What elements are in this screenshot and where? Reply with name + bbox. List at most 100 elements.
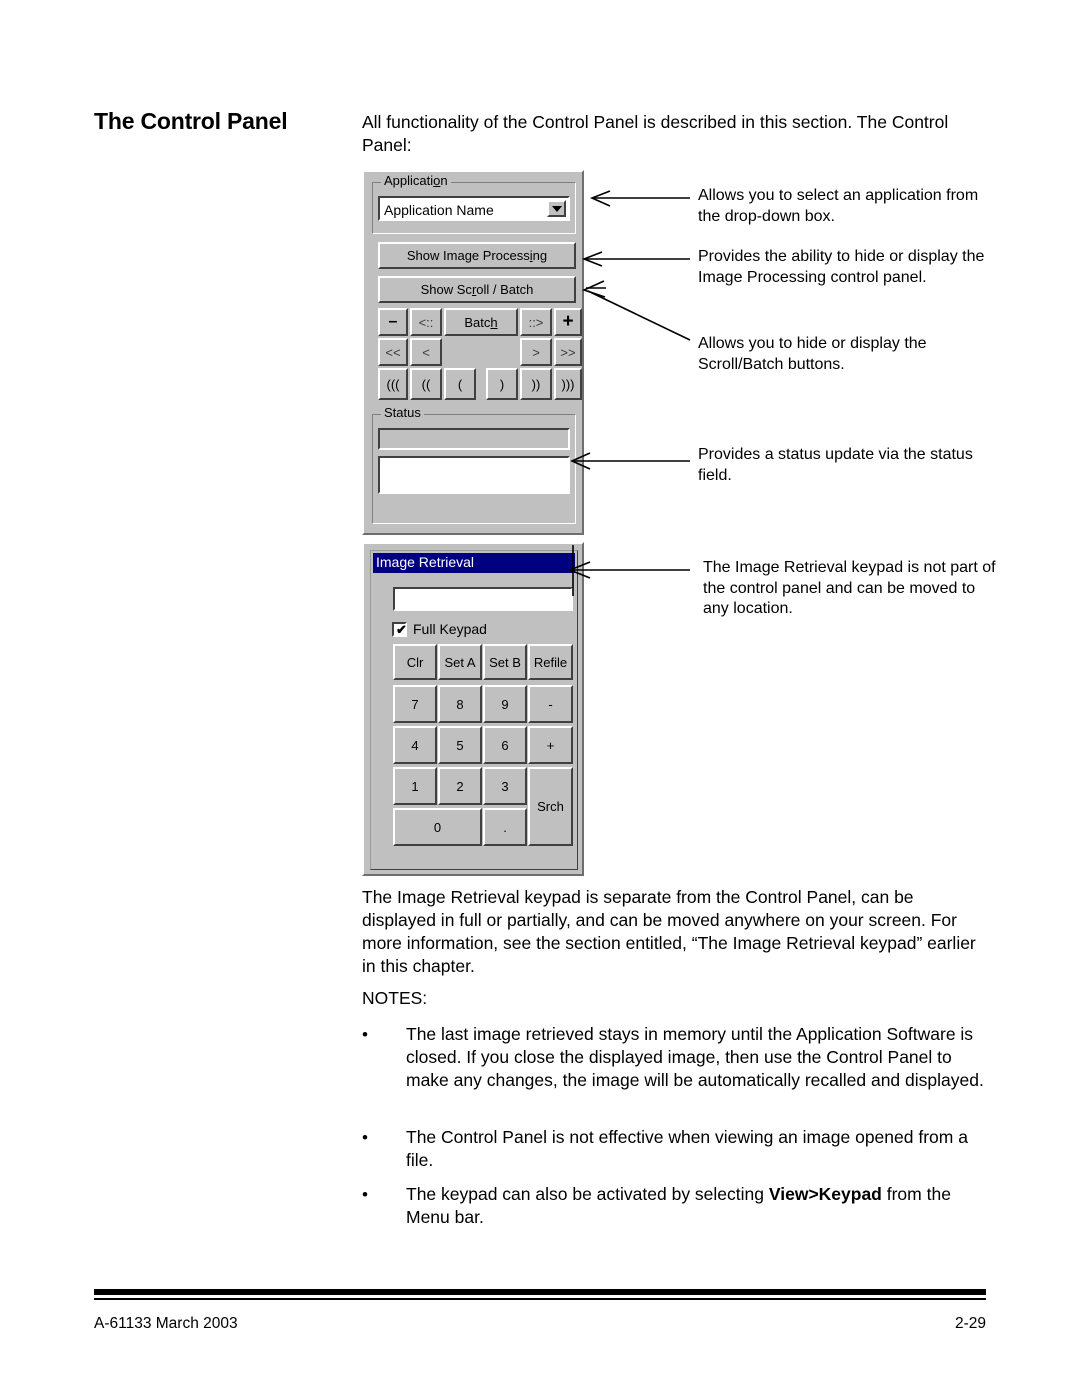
note-item-1: • The last image retrieved stays in memo… bbox=[362, 1023, 987, 1092]
footer-page-number: 2-29 bbox=[954, 1315, 986, 1332]
plus-icon: + bbox=[562, 311, 574, 332]
notes-label: NOTES: bbox=[362, 988, 428, 1008]
first-icon: << bbox=[385, 344, 401, 360]
keypad-clr-button[interactable]: Clr bbox=[393, 644, 437, 680]
show-image-processing-button[interactable]: Show Image Processing bbox=[378, 242, 576, 269]
keypad-dot-label: . bbox=[503, 819, 507, 835]
next-icon: > bbox=[532, 344, 540, 360]
note-item-2: • The Control Panel is not effective whe… bbox=[362, 1126, 987, 1172]
keypad-plus-button[interactable]: + bbox=[528, 726, 573, 764]
intro-paragraph: All functionality of the Control Panel i… bbox=[362, 112, 949, 155]
scroll-prev-button[interactable]: < bbox=[410, 338, 442, 366]
callout-status: Provides a status update via the status … bbox=[698, 446, 973, 484]
note-item-3-text: The keypad can also be activated by sele… bbox=[406, 1183, 987, 1229]
keypad-0-label: 0 bbox=[433, 819, 442, 835]
keypad-refile-button[interactable]: Refile bbox=[528, 644, 573, 680]
callout-image-processing: Provides the ability to hide or display … bbox=[698, 248, 985, 286]
note-item-1-text: The last image retrieved stays in memory… bbox=[406, 1024, 984, 1090]
footer-rule-thick bbox=[94, 1289, 986, 1295]
note-item-2-text: The Control Panel is not effective when … bbox=[406, 1127, 968, 1170]
batch-next-button[interactable]: ::> bbox=[520, 308, 552, 336]
keypad-6-label: 6 bbox=[501, 737, 509, 753]
callout-application: Allows you to select an application from… bbox=[698, 187, 979, 225]
document-page: The Control Panel All functionality of t… bbox=[0, 0, 1080, 1397]
bracket-5-label: )) bbox=[531, 376, 541, 392]
keypad-refile-label: Refile bbox=[533, 654, 568, 670]
keypad-srch-button[interactable]: Srch bbox=[528, 767, 573, 846]
keypad-description-paragraph: The Image Retrieval keypad is separate f… bbox=[362, 887, 976, 976]
bracket-button-4[interactable]: ) bbox=[486, 368, 518, 400]
keypad-dot-button[interactable]: . bbox=[483, 808, 527, 846]
scroll-next-button[interactable]: > bbox=[520, 338, 552, 366]
bracket-6-label: ))) bbox=[561, 376, 575, 392]
note-item-3-lead: The keypad can also be activated by sele… bbox=[406, 1184, 769, 1204]
keypad-3-label: 3 bbox=[501, 778, 509, 794]
full-keypad-checkbox-row[interactable]: ✔ Full Keypad bbox=[392, 621, 487, 637]
keypad-2-label: 2 bbox=[456, 778, 464, 794]
show-image-processing-label: Show Image Processing bbox=[406, 248, 548, 263]
footer-document-id: A-61133 March 2003 bbox=[94, 1315, 238, 1332]
bracket-button-5[interactable]: )) bbox=[520, 368, 552, 400]
keypad-9-button[interactable]: 9 bbox=[483, 685, 527, 723]
keypad-3-button[interactable]: 3 bbox=[483, 767, 527, 805]
keypad-8-button[interactable]: 8 bbox=[438, 685, 482, 723]
application-groupbox-label: Application bbox=[381, 174, 451, 188]
application-combobox-value: Application Name bbox=[384, 202, 494, 218]
bracket-2-label: (( bbox=[421, 376, 431, 392]
keypad-plus-label: + bbox=[546, 737, 555, 753]
image-retrieval-window: Image Retrieval ✔ Full Keypad Clr Set A … bbox=[362, 542, 584, 876]
keypad-4-label: 4 bbox=[411, 737, 419, 753]
batch-button[interactable]: Batch bbox=[444, 308, 518, 336]
keypad-0-button[interactable]: 0 bbox=[393, 808, 482, 846]
keypad-set-b-label: Set B bbox=[489, 654, 521, 670]
bracket-button-2[interactable]: (( bbox=[410, 368, 442, 400]
keypad-1-label: 1 bbox=[411, 778, 419, 794]
next-batch-icon: ::> bbox=[528, 314, 544, 330]
bullet-icon: • bbox=[362, 1025, 368, 1044]
footer-rule-thin bbox=[94, 1298, 986, 1300]
keypad-minus-button[interactable]: - bbox=[528, 685, 573, 723]
keypad-7-label: 7 bbox=[411, 696, 419, 712]
keypad-set-b-button[interactable]: Set B bbox=[483, 644, 527, 680]
batch-decrement-button[interactable]: – bbox=[378, 308, 408, 336]
bullet-icon: • bbox=[362, 1185, 368, 1204]
menu-path-emphasis: View>Keypad bbox=[768, 1184, 882, 1204]
keypad-4-button[interactable]: 4 bbox=[393, 726, 437, 764]
keypad-5-button[interactable]: 5 bbox=[438, 726, 482, 764]
show-scroll-batch-label: Show Scroll / Batch bbox=[420, 282, 534, 297]
control-panel-window: Application Application Name Show Image … bbox=[362, 170, 584, 535]
chevron-down-icon[interactable] bbox=[547, 200, 566, 217]
callout-image-retrieval: The Image Retrieval keypad is not part o… bbox=[703, 559, 996, 617]
full-keypad-label: Full Keypad bbox=[413, 621, 487, 637]
status-groupbox-label: Status bbox=[381, 406, 424, 420]
full-keypad-checkbox[interactable]: ✔ bbox=[392, 621, 407, 637]
scroll-last-button[interactable]: >> bbox=[554, 338, 582, 366]
batch-prev-button[interactable]: <:: bbox=[410, 308, 442, 336]
image-retrieval-entry-field[interactable] bbox=[393, 587, 573, 611]
check-icon: ✔ bbox=[396, 621, 407, 637]
keypad-2-button[interactable]: 2 bbox=[438, 767, 482, 805]
bracket-button-1[interactable]: ((( bbox=[378, 368, 408, 400]
bracket-button-3[interactable]: ( bbox=[444, 368, 476, 400]
status-field-bottom bbox=[378, 456, 570, 494]
batch-increment-button[interactable]: + bbox=[554, 308, 582, 336]
bracket-1-label: ((( bbox=[386, 376, 400, 392]
keypad-7-button[interactable]: 7 bbox=[393, 685, 437, 723]
keypad-set-a-label: Set A bbox=[444, 654, 476, 670]
keypad-6-button[interactable]: 6 bbox=[483, 726, 527, 764]
bracket-button-6[interactable]: ))) bbox=[554, 368, 582, 400]
scroll-first-button[interactable]: << bbox=[378, 338, 408, 366]
minus-icon: – bbox=[388, 313, 398, 330]
status-field-top bbox=[378, 428, 570, 450]
keypad-1-button[interactable]: 1 bbox=[393, 767, 437, 805]
application-combobox[interactable]: Application Name bbox=[378, 196, 570, 221]
batch-label: Batch bbox=[464, 314, 498, 330]
bracket-4-label: ) bbox=[499, 376, 505, 392]
bullet-icon: • bbox=[362, 1128, 368, 1147]
keypad-set-a-button[interactable]: Set A bbox=[438, 644, 482, 680]
image-retrieval-titlebar: Image Retrieval bbox=[373, 553, 575, 573]
bracket-3-label: ( bbox=[457, 376, 463, 392]
prev-batch-icon: <:: bbox=[418, 314, 434, 330]
keypad-srch-label: Srch bbox=[537, 799, 564, 814]
show-scroll-batch-button[interactable]: Show Scroll / Batch bbox=[378, 276, 576, 303]
